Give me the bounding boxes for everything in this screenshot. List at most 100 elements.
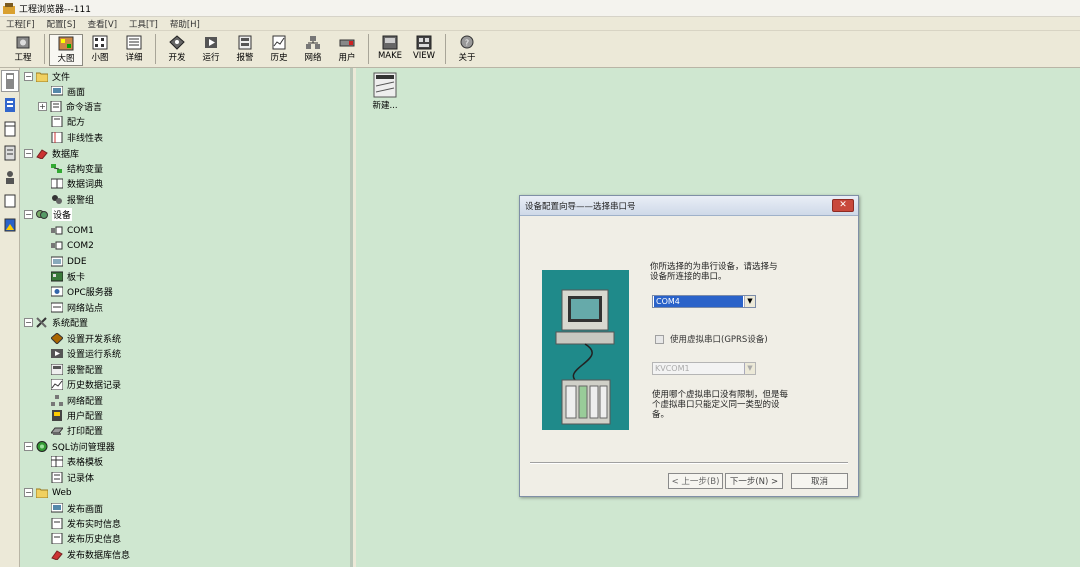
toolbar-separator xyxy=(155,34,156,64)
tree-item-network-station[interactable]: 网络站点 xyxy=(51,300,103,315)
tree-item-screens[interactable]: 画面 xyxy=(51,84,85,99)
tree-item-publish-screens[interactable]: 发布画面 xyxy=(51,501,103,516)
collapse-icon[interactable]: − xyxy=(24,318,33,327)
large-icons-icon xyxy=(57,35,75,51)
toolbar-network-button[interactable]: 网络 xyxy=(296,34,330,66)
network-config-icon xyxy=(51,395,63,407)
tree-item-board[interactable]: 板卡 xyxy=(51,269,85,284)
user-tab-icon xyxy=(6,171,14,184)
chevron-down-icon[interactable]: ▼ xyxy=(744,296,755,307)
tree-item-user-config[interactable]: 用户配置 xyxy=(51,408,103,423)
tree-item-record[interactable]: 记录体 xyxy=(51,470,94,485)
tree-item-command-language[interactable]: + 命令语言 xyxy=(38,99,102,114)
menu-project[interactable]: 工程[F] xyxy=(6,18,35,30)
window-title: 工程浏览器---111 xyxy=(19,4,91,15)
virtual-port-checkbox[interactable] xyxy=(655,334,664,344)
tree-item-publish-history[interactable]: 发布历史信息 xyxy=(51,531,121,546)
dialog-close-button[interactable]: ✕ xyxy=(832,199,854,212)
tree-item-publish-realtime[interactable]: 发布实时信息 xyxy=(51,516,121,531)
project-tree: − 文件 画面 + 命令语言 配方 非线性表 − 数据库 结构变量 数据词典 报… xyxy=(20,68,353,567)
tree-item-opc-server[interactable]: OPC服务器 xyxy=(51,284,113,299)
tree-node-file[interactable]: − 文件 xyxy=(24,69,70,84)
virtual-port-value: KVCOM1 xyxy=(655,364,690,373)
tree-item-history-record[interactable]: 历史数据记录 xyxy=(51,377,121,392)
virtual-port-select[interactable]: KVCOM1 ▼ xyxy=(652,362,756,375)
cancel-button[interactable]: 取消 xyxy=(791,473,848,489)
toolbar-run-button[interactable]: 运行 xyxy=(194,34,228,66)
toolbar-about-button[interactable]: ? 关于 xyxy=(450,34,484,66)
tree-item-com2[interactable]: COM2 xyxy=(51,238,94,253)
tab-system[interactable] xyxy=(1,70,19,92)
tab-pictures[interactable] xyxy=(1,214,19,236)
toolbar-alarm-button[interactable]: 报警 xyxy=(228,34,262,66)
collapse-icon[interactable]: − xyxy=(24,442,33,451)
prev-button[interactable]: < 上一步(B) xyxy=(668,473,723,489)
screen-icon xyxy=(51,86,63,98)
tree-node-system-config[interactable]: − 系统配置 xyxy=(24,315,88,330)
tree-item-run-settings[interactable]: 设置运行系统 xyxy=(51,346,121,361)
menu-help[interactable]: 帮助[H] xyxy=(170,18,200,30)
dialog-title-bar[interactable]: 设备配置向导——选择串口号 ✕ xyxy=(520,196,858,216)
collapse-icon[interactable]: − xyxy=(24,149,33,158)
menu-tools[interactable]: 工具[T] xyxy=(129,18,158,30)
tools-icon xyxy=(36,317,48,329)
toolbar-separator xyxy=(445,34,446,64)
new-item[interactable]: 新建... xyxy=(370,72,400,111)
tree-item-alarm-group[interactable]: 报警组 xyxy=(51,192,94,207)
develop-icon xyxy=(168,34,186,50)
user-config-icon xyxy=(51,410,63,422)
tree-node-sql-manager[interactable]: − SQL访问管理器 xyxy=(24,439,115,454)
toolbar-develop-button[interactable]: 开发 xyxy=(160,34,194,66)
toolbar-make-button[interactable]: MAKE xyxy=(373,34,407,66)
collapse-icon[interactable]: − xyxy=(24,210,33,219)
toolbar-large-icons-button[interactable]: 大图 xyxy=(49,34,83,66)
tab-user[interactable] xyxy=(1,166,19,188)
user-icon xyxy=(338,34,356,50)
tree-item-com1[interactable]: COM1 xyxy=(51,223,94,238)
toolbar-history-button[interactable]: 历史 xyxy=(262,34,296,66)
tree-node-web[interactable]: − Web xyxy=(24,485,72,500)
tree-item-struct-vars[interactable]: 结构变量 xyxy=(51,161,103,176)
toolbar-small-icons-button[interactable]: 小图 xyxy=(83,34,117,66)
table-icon xyxy=(51,132,63,144)
tab-variables[interactable] xyxy=(1,94,19,116)
serial-port-select[interactable]: COM4 ▼ xyxy=(652,295,756,308)
tree-item-print-config[interactable]: 打印配置 xyxy=(51,423,103,438)
tree-item-nonlinear-table[interactable]: 非线性表 xyxy=(51,130,103,145)
tree-item-data-dictionary[interactable]: 数据词典 xyxy=(51,176,103,191)
tab-commands[interactable] xyxy=(1,142,19,164)
tree-node-database[interactable]: − 数据库 xyxy=(24,146,79,161)
collapse-icon[interactable]: − xyxy=(24,72,33,81)
expand-icon[interactable]: + xyxy=(38,102,47,111)
menu-config[interactable]: 配置[S] xyxy=(47,18,76,30)
pictures-tab-icon xyxy=(4,218,16,232)
toolbar-view-button[interactable]: VIEW xyxy=(407,34,441,66)
next-button[interactable]: 下一步(N) > xyxy=(725,473,783,489)
tree-item-dev-settings[interactable]: 设置开发系统 xyxy=(51,331,121,346)
tree-node-device[interactable]: − 设备 xyxy=(24,207,73,222)
tree-item-alarm-config[interactable]: 报警配置 xyxy=(51,362,103,377)
new-item-icon xyxy=(373,72,397,98)
tree-item-network-config[interactable]: 网络配置 xyxy=(51,393,103,408)
chevron-down-icon[interactable]: ▼ xyxy=(744,363,755,374)
menu-view[interactable]: 查看[V] xyxy=(88,18,117,30)
tab-tools[interactable] xyxy=(1,190,19,212)
vertical-tab-strip xyxy=(0,68,20,567)
collapse-icon[interactable]: − xyxy=(24,488,33,497)
toolbar-project-button[interactable]: 工程 xyxy=(6,34,40,66)
tree-item-publish-database[interactable]: 发布数据库信息 xyxy=(51,547,130,562)
tab-screens[interactable] xyxy=(1,118,19,140)
tree-item-recipe[interactable]: 配方 xyxy=(51,114,85,129)
dialog-separator xyxy=(530,462,848,464)
tree-item-table-template[interactable]: 表格模板 xyxy=(51,454,103,469)
toolbar-user-button[interactable]: 用户 xyxy=(330,34,364,66)
toolbar-details-button[interactable]: 详细 xyxy=(117,34,151,66)
publish-db-icon xyxy=(51,549,63,561)
run-settings-icon xyxy=(51,348,63,360)
folder-icon xyxy=(36,487,48,499)
screens-tab-icon xyxy=(4,121,16,137)
tree-item-dde[interactable]: DDE xyxy=(51,254,87,269)
svg-text:?: ? xyxy=(465,38,469,47)
opc-icon xyxy=(51,286,63,298)
virtual-port-checkbox-row[interactable]: 使用虚拟串口(GPRS设备) xyxy=(655,333,768,345)
